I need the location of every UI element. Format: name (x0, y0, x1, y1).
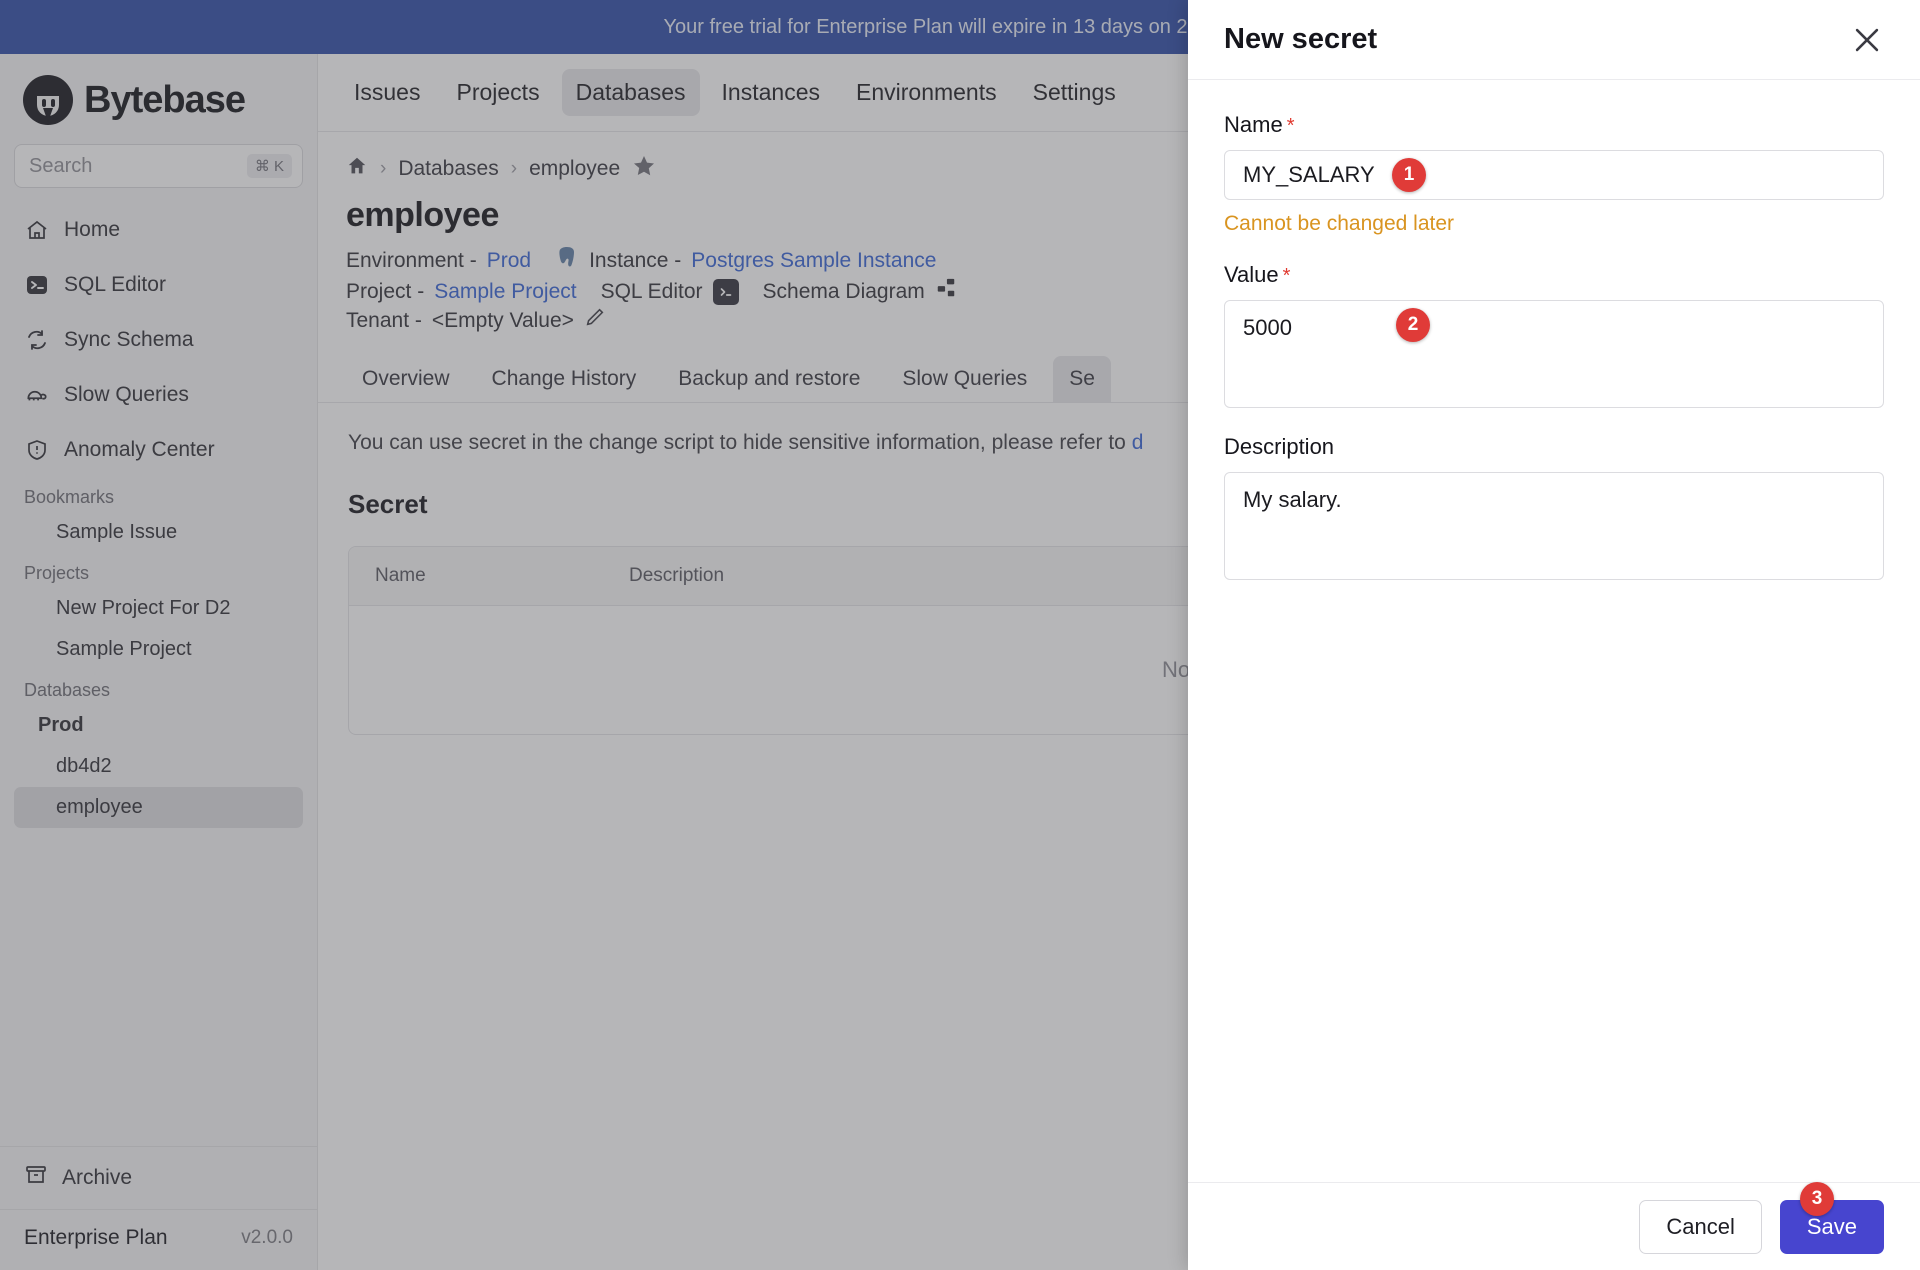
secret-description-text: My salary. (1243, 487, 1342, 512)
secret-value-text: 5000 (1243, 315, 1292, 340)
secret-name-input[interactable]: MY_SALARY (1224, 150, 1884, 200)
new-secret-drawer: New secret Name * MY_SALARY 1 Cannot be c… (1188, 0, 1920, 1270)
field-value: Value * 5000 2 (1224, 262, 1884, 408)
drawer-header: New secret (1188, 0, 1920, 80)
save-button[interactable]: Save (1779, 1199, 1884, 1254)
secret-description-textarea[interactable]: My salary. (1224, 472, 1884, 580)
required-marker: * (1282, 265, 1291, 287)
drawer-footer: Cancel Save 3 (1188, 1181, 1920, 1270)
secret-name-value: MY_SALARY (1243, 162, 1375, 187)
label-text: Value (1224, 262, 1279, 287)
drawer-body: Name * MY_SALARY 1 Cannot be changed late… (1188, 80, 1920, 1182)
step-badge-1: 1 (1392, 158, 1426, 192)
drawer-title: New secret (1224, 23, 1378, 55)
secret-value-textarea[interactable]: 5000 (1224, 300, 1884, 408)
close-icon[interactable] (1850, 23, 1884, 57)
field-label-name: Name * (1224, 112, 1884, 138)
field-label-description: Description (1224, 434, 1884, 460)
name-helper-text: Cannot be changed later (1224, 212, 1455, 235)
field-label-value: Value * (1224, 262, 1884, 288)
step-badge-2: 2 (1396, 308, 1430, 342)
save-button-wrap: Save 3 (1779, 1181, 1884, 1254)
cancel-button[interactable]: Cancel (1639, 1199, 1762, 1254)
required-marker: * (1286, 115, 1295, 137)
field-name: Name * MY_SALARY 1 Cannot be changed late… (1224, 112, 1884, 236)
label-text: Description (1224, 434, 1335, 459)
step-badge-3: 3 (1800, 1181, 1834, 1216)
field-description: Description My salary. (1224, 434, 1884, 580)
label-text: Name (1224, 112, 1283, 137)
